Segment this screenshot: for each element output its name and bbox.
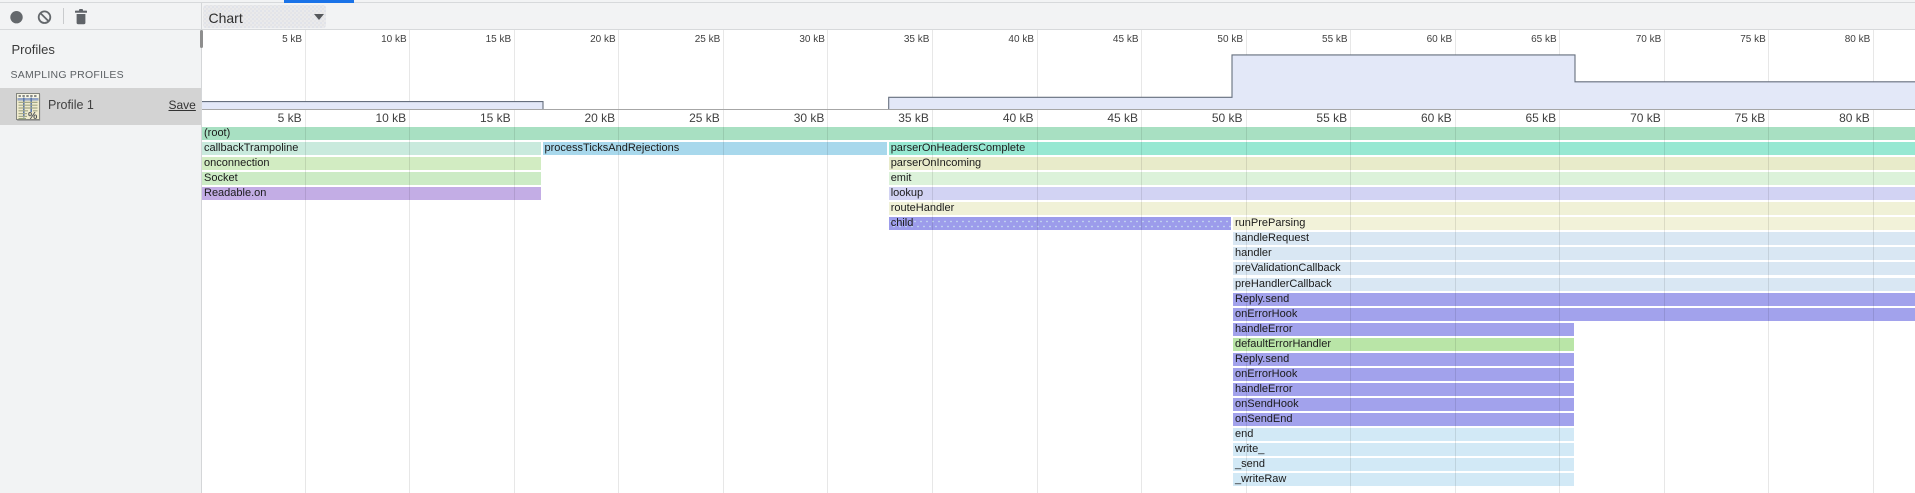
svg-text:%: % bbox=[28, 109, 38, 121]
